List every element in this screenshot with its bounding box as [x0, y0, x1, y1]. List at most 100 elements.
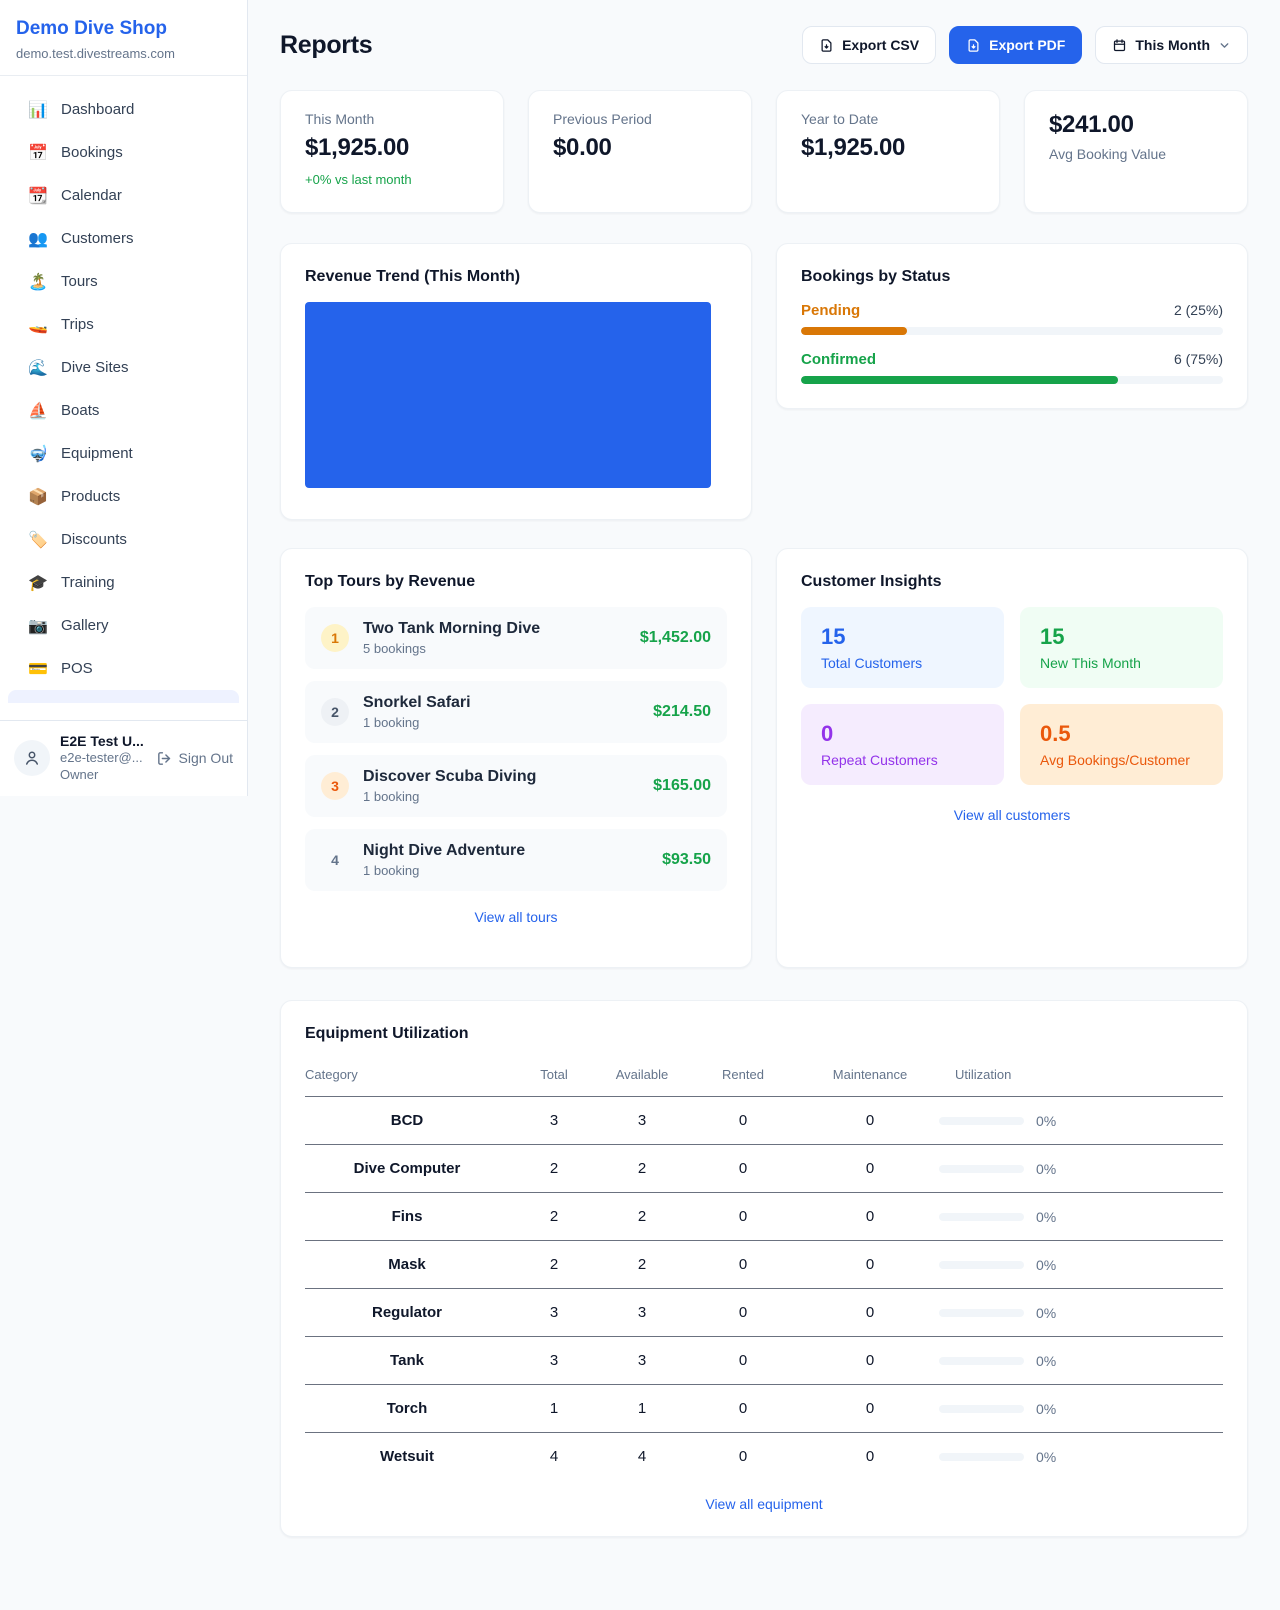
cell-category: Regulator: [305, 1289, 509, 1337]
user-icon: [23, 749, 41, 767]
utilization-pct: 0%: [1036, 1449, 1056, 1465]
tour-row: 4 Night Dive Adventure 1 booking $93.50: [305, 829, 727, 891]
sidebar-item-training[interactable]: 🎓 Training: [0, 561, 247, 604]
dashboard-icon: 📊: [28, 100, 48, 120]
utilization-bar: [939, 1117, 1024, 1125]
equipment-icon: 🤿: [28, 444, 48, 464]
tour-list: 1 Two Tank Morning Dive 5 bookings $1,45…: [305, 607, 727, 891]
boats-icon: ⛵: [28, 401, 48, 421]
pos-icon: 💳: [28, 659, 48, 679]
tile-value: 0: [821, 721, 984, 747]
table-row: Regulator 3 3 0 0 0%: [305, 1289, 1223, 1337]
customer-insights-title: Customer Insights: [801, 573, 1223, 591]
sidebar-item-equipment[interactable]: 🤿 Equipment: [0, 432, 247, 475]
cell-rented: 0: [685, 1433, 801, 1481]
utilization-bar: [939, 1453, 1024, 1461]
revenue-trend-chart: [305, 302, 711, 488]
cell-maintenance: 0: [801, 1289, 939, 1337]
sidebar-item-customers[interactable]: 👥 Customers: [0, 217, 247, 260]
tour-row: 3 Discover Scuba Diving 1 booking $165.0…: [305, 755, 727, 817]
revenue-trend-title: Revenue Trend (This Month): [305, 268, 727, 286]
utilization-bar: [939, 1165, 1024, 1173]
cell-maintenance: 0: [801, 1097, 939, 1145]
sign-out-button[interactable]: Sign Out: [156, 750, 233, 767]
sidebar-item-dashboard[interactable]: 📊 Dashboard: [0, 88, 247, 131]
sidebar-item-products[interactable]: 📦 Products: [0, 475, 247, 518]
col-header-maintenance: Maintenance: [801, 1057, 939, 1097]
cell-category: Wetsuit: [305, 1433, 509, 1481]
sidebar-item-calendar[interactable]: 📆 Calendar: [0, 174, 247, 217]
cell-rented: 0: [685, 1193, 801, 1241]
sidebar-item-label: Training: [61, 574, 115, 591]
cell-available: 2: [599, 1145, 685, 1193]
cell-category: Mask: [305, 1241, 509, 1289]
table-row: Torch 1 1 0 0 0%: [305, 1385, 1223, 1433]
cell-available: 3: [599, 1337, 685, 1385]
period-dropdown[interactable]: This Month: [1095, 26, 1248, 64]
tile-value: 0.5: [1040, 721, 1203, 747]
sidebar-item-pos[interactable]: 💳 POS: [0, 647, 247, 690]
col-header-available: Available: [599, 1057, 685, 1097]
calendar-icon: [1112, 38, 1127, 53]
col-header-category: Category: [305, 1057, 509, 1097]
stat-label: Previous Period: [553, 111, 727, 127]
sign-out-label: Sign Out: [179, 750, 233, 766]
lists-row: Top Tours by Revenue 1 Two Tank Morning …: [280, 548, 1248, 968]
cell-rented: 0: [685, 1241, 801, 1289]
sidebar-item-label: Bookings: [61, 144, 123, 161]
sidebar-item-bookings[interactable]: 📅 Bookings: [0, 131, 247, 174]
stat-card-previous-period: Previous Period $0.00: [528, 90, 752, 213]
sidebar-item-label: Dive Sites: [61, 359, 129, 376]
file-download-icon: [819, 38, 834, 53]
tour-bookings: 1 booking: [363, 863, 648, 878]
view-all-tours-link[interactable]: View all tours: [305, 909, 727, 925]
training-icon: 🎓: [28, 573, 48, 593]
cell-category: Tank: [305, 1337, 509, 1385]
rank-badge: 3: [321, 772, 349, 800]
export-csv-button[interactable]: Export CSV: [802, 26, 936, 64]
export-pdf-label: Export PDF: [989, 37, 1065, 53]
cell-available: 4: [599, 1433, 685, 1481]
rank-badge: 4: [321, 846, 349, 874]
sidebar-item-gallery[interactable]: 📷 Gallery: [0, 604, 247, 647]
user-role: Owner: [60, 766, 146, 784]
export-pdf-button[interactable]: Export PDF: [949, 26, 1082, 64]
calendar-icon: 📆: [28, 186, 48, 206]
status-bar-track: [801, 327, 1223, 335]
sidebar-item-dive-sites[interactable]: 🌊 Dive Sites: [0, 346, 247, 389]
sign-out-icon: [156, 750, 173, 767]
chevron-down-icon: [1218, 39, 1231, 52]
tour-amount: $214.50: [653, 703, 711, 721]
header-actions: Export CSV Export PDF This Month: [802, 26, 1248, 64]
bookings-by-status-title: Bookings by Status: [801, 268, 1223, 286]
brand-title[interactable]: Demo Dive Shop: [16, 18, 231, 40]
sidebar-item-trips[interactable]: 🚤 Trips: [0, 303, 247, 346]
sidebar-item-label: POS: [61, 660, 93, 677]
user-footer: E2E Test U... e2e-tester@... Owner Sign …: [0, 720, 247, 796]
user-meta: E2E Test U... e2e-tester@... Owner: [60, 733, 146, 784]
utilization-pct: 0%: [1036, 1257, 1056, 1273]
tour-amount: $1,452.00: [640, 629, 711, 647]
tile-avg-bookings-customer: 0.5 Avg Bookings/Customer: [1020, 704, 1223, 785]
status-value-confirmed: 6 (75%): [1174, 351, 1223, 367]
status-label-pending: Pending: [801, 302, 860, 319]
status-value-pending: 2 (25%): [1174, 302, 1223, 318]
sidebar-item-boats[interactable]: ⛵ Boats: [0, 389, 247, 432]
user-email: e2e-tester@...: [60, 749, 146, 767]
equipment-utilization-card: Equipment Utilization Category Total Ava…: [280, 1000, 1248, 1537]
cell-category: Dive Computer: [305, 1145, 509, 1193]
tour-bookings: 5 bookings: [363, 641, 626, 656]
tour-name: Two Tank Morning Dive: [363, 620, 626, 638]
page-title: Reports: [280, 31, 372, 60]
sidebar-item-reports-active-partial[interactable]: [8, 690, 239, 703]
view-all-customers-link[interactable]: View all customers: [801, 807, 1223, 823]
sidebar-item-discounts[interactable]: 🏷️ Discounts: [0, 518, 247, 561]
view-all-equipment-link[interactable]: View all equipment: [305, 1496, 1223, 1512]
sidebar-item-tours[interactable]: 🏝️ Tours: [0, 260, 247, 303]
stat-card-year-to-date: Year to Date $1,925.00: [776, 90, 1000, 213]
col-header-utilization: Utilization: [939, 1057, 1223, 1097]
cell-total: 2: [509, 1145, 599, 1193]
utilization-bar: [939, 1213, 1024, 1221]
stat-label: This Month: [305, 111, 479, 127]
table-row: Wetsuit 4 4 0 0 0%: [305, 1433, 1223, 1481]
